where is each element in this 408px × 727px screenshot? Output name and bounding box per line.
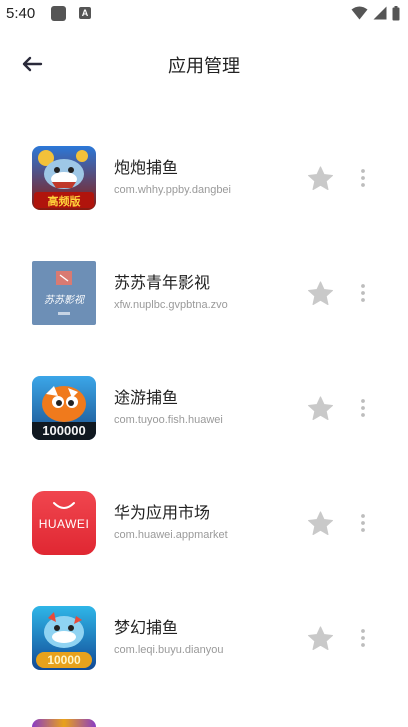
app-list: 高频版 炮炮捕鱼 com.whhy.ppby.dangbei 苏苏影视 苏苏青年… <box>0 120 408 695</box>
app-icon-label: HUAWEI <box>38 517 90 531</box>
star-icon <box>307 511 333 536</box>
more-options-button[interactable] <box>352 511 374 535</box>
more-vert-icon <box>361 284 365 302</box>
favorite-button[interactable] <box>305 625 335 653</box>
app-package: com.leqi.buyu.dianyou <box>114 644 224 656</box>
star-icon <box>307 396 333 421</box>
wifi-icon <box>351 6 368 20</box>
more-vert-icon <box>361 514 365 532</box>
app-package: com.tuyoo.fish.huawei <box>114 414 223 426</box>
list-item[interactable]: HUAWEI 华为应用市场 com.huawei.appmarket <box>0 465 408 580</box>
star-icon <box>307 166 333 191</box>
favorite-button[interactable] <box>305 395 335 423</box>
app-name: 途游捕鱼 <box>114 388 179 407</box>
more-options-button[interactable] <box>352 166 374 190</box>
app-icon-label: 10000 <box>47 653 81 667</box>
app-package: com.whhy.ppby.dangbei <box>114 184 231 196</box>
status-bar: 5:40 A <box>0 0 408 28</box>
list-item[interactable]: 10000 梦幻捕鱼 com.leqi.buyu.dianyou <box>0 580 408 695</box>
app-package: xfw.nuplbc.gvpbtna.zvo <box>114 299 228 311</box>
page-title: 应用管理 <box>168 56 240 77</box>
star-icon <box>307 626 333 651</box>
status-right-icons <box>351 5 400 21</box>
app-name: 炮炮捕鱼 <box>114 158 179 177</box>
favorite-button[interactable] <box>305 510 335 538</box>
more-options-button[interactable] <box>352 626 374 650</box>
list-item-partial[interactable] <box>32 719 96 727</box>
more-vert-icon <box>361 399 365 417</box>
app-bar: 应用管理 <box>0 28 408 102</box>
app-icon-label: 苏苏影视 <box>44 295 84 306</box>
app-icon: 100000 <box>32 376 96 440</box>
app-name: 苏苏青年影视 <box>114 273 211 292</box>
more-options-button[interactable] <box>352 281 374 305</box>
status-time: 5:40 <box>6 5 36 22</box>
app-icon: 苏苏影视 <box>32 261 96 325</box>
signal-icon <box>373 6 387 20</box>
list-item[interactable]: 高频版 炮炮捕鱼 com.whhy.ppby.dangbei <box>0 120 408 235</box>
list-item[interactable]: 100000 途游捕鱼 com.tuyoo.fish.huawei <box>0 350 408 465</box>
more-vert-icon <box>361 169 365 187</box>
star-icon <box>307 281 333 306</box>
app-icon: 高频版 <box>32 146 96 210</box>
app-icon-label: 100000 <box>42 423 86 438</box>
app-package: com.huawei.appmarket <box>114 529 228 541</box>
battery-icon <box>392 5 400 20</box>
app-icon-label: 高频版 <box>47 195 81 208</box>
list-item[interactable]: 苏苏影视 苏苏青年影视 xfw.nuplbc.gvpbtna.zvo <box>0 235 408 350</box>
favorite-button[interactable] <box>305 280 335 308</box>
favorite-button[interactable] <box>305 165 335 193</box>
more-vert-icon <box>361 629 365 647</box>
a-notification-icon: A <box>79 7 91 19</box>
app-name: 华为应用市场 <box>114 503 211 522</box>
square-notification-icon <box>51 6 66 21</box>
app-name: 梦幻捕鱼 <box>114 618 179 637</box>
app-icon: HUAWEI <box>32 491 96 555</box>
more-options-button[interactable] <box>352 396 374 420</box>
app-icon: 10000 <box>32 606 96 670</box>
